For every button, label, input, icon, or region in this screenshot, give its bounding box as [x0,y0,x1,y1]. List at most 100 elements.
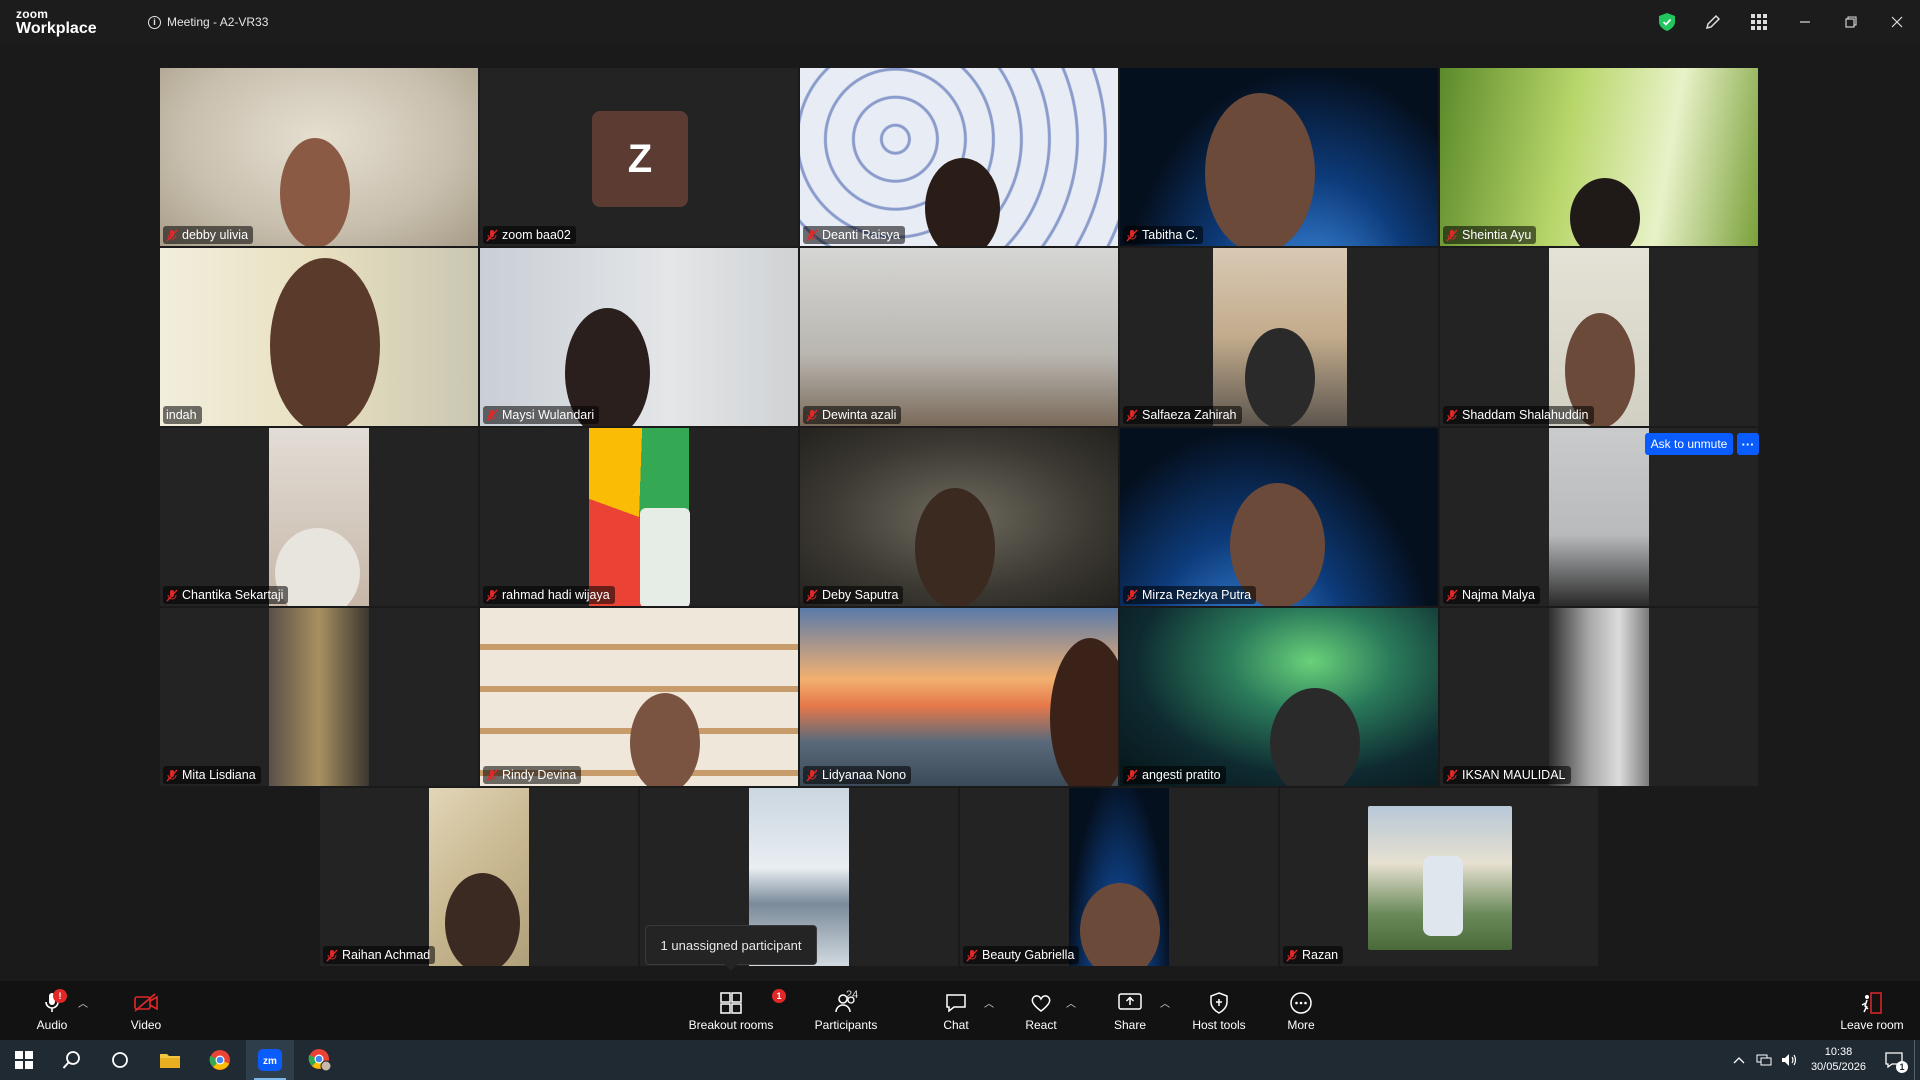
title-bar: zoom Workplace i Meeting - A2-VR33 [0,0,1920,44]
notifications-icon[interactable]: 1 [1874,1040,1914,1080]
video-tile[interactable]: Dewinta azali [800,248,1118,426]
muted-mic-icon [806,409,818,421]
participants-button[interactable]: 24 Participants [812,981,880,1040]
name-label: Deby Saputra [803,586,904,604]
tile-more-options-button[interactable]: ··· [1737,433,1759,455]
share-label: Share [1113,1018,1147,1032]
muted-mic-icon [1126,589,1138,601]
react-button[interactable]: React [1020,981,1062,1040]
video-button[interactable]: Video [124,981,168,1040]
muted-mic-icon [486,769,498,781]
participant-silhouette [280,138,350,246]
network-icon[interactable] [1751,1053,1777,1067]
chat-options-chevron-icon[interactable]: ︿ [984,995,994,1010]
breakout-rooms-button[interactable]: 1 Breakout rooms [686,981,786,1040]
video-tile[interactable]: Mirza Rezkya Putra [1120,428,1438,606]
video-tile[interactable]: Salfaeza Zahirah [1120,248,1438,426]
host-tools-label: Host tools [1192,1018,1246,1032]
video-tile[interactable]: Shaddam Shalahuddin [1440,248,1758,426]
name-label: Razan [1283,946,1344,964]
clock-time: 10:38 [1824,1046,1853,1058]
muted-mic-icon [166,769,178,781]
more-button[interactable]: More [1280,981,1322,1040]
ask-to-unmute-button[interactable]: Ask to unmute [1645,433,1733,455]
audio-button[interactable]: ! Audio [30,981,74,1040]
annotate-pencil-icon[interactable] [1702,11,1724,33]
participant-count: 24 [846,989,859,1001]
name-label: Lidyanaa Nono [803,766,912,784]
host-tools-button[interactable]: Host tools [1186,981,1252,1040]
windows-start-icon[interactable] [0,1040,48,1080]
video-tile[interactable]: Lidyanaa Nono [800,608,1118,786]
volume-icon[interactable] [1777,1053,1803,1067]
close-icon[interactable] [1874,0,1920,44]
logo-bottom: Workplace [16,19,97,37]
participant-silhouette [630,693,700,786]
file-explorer-icon[interactable] [146,1040,194,1080]
chat-icon [946,994,966,1013]
video-tile[interactable]: Mita Lisdiana [160,608,478,786]
name-label: Salfaeza Zahirah [1123,406,1242,424]
task-view-icon[interactable] [96,1040,144,1080]
video-tile[interactable]: Z zoom baa02 [480,68,798,246]
muted-mic-icon [806,229,818,241]
react-options-chevron-icon[interactable]: ︿ [1066,995,1076,1010]
chat-button[interactable]: Chat [936,981,976,1040]
restore-icon[interactable] [1828,0,1874,44]
video-tile[interactable]: debby ulivia [160,68,478,246]
muted-mic-icon [166,229,178,241]
participant-silhouette [1423,856,1463,936]
video-tile[interactable]: Sheintia Ayu [1440,68,1758,246]
system-clock[interactable]: 10:38 30/05/2026 [1811,1045,1866,1075]
muted-mic-icon [1446,769,1458,781]
muted-mic-icon [166,589,178,601]
leave-room-button[interactable]: Leave room [1836,981,1908,1040]
name-label: Tabitha C. [1123,226,1204,244]
video-tile[interactable]: Chantika Sekartaji [160,428,478,606]
video-tile[interactable]: Deanti Raisya [800,68,1118,246]
more-label: More [1287,1018,1315,1032]
video-tile[interactable]: Beauty Gabriella [960,788,1278,966]
self-view-video[interactable] [1368,806,1512,950]
apps-grid-icon[interactable] [1748,11,1770,33]
participant-silhouette [1205,93,1315,246]
muted-mic-icon [326,949,338,961]
video-tile[interactable]: Deby Saputra [800,428,1118,606]
video-tile[interactable]: angesti pratito [1120,608,1438,786]
info-icon[interactable]: i [148,15,161,29]
share-options-chevron-icon[interactable]: ︿ [1160,995,1170,1010]
chat-label: Chat [943,1018,969,1032]
minimize-icon[interactable] [1782,0,1828,44]
participants-label: Participants [814,1018,878,1032]
muted-mic-icon [486,229,498,241]
windows-taskbar: zm 10:38 30/05/2026 1 [0,1040,1920,1080]
video-tile[interactable]: Maysi Wulandari [480,248,798,426]
security-shield-icon[interactable] [1656,11,1678,33]
chrome-icon[interactable] [196,1040,244,1080]
name-label: Shaddam Shalahuddin [1443,406,1594,424]
audio-options-chevron-icon[interactable]: ︿ [78,995,88,1010]
muted-mic-icon [486,409,498,421]
share-button[interactable]: Share [1110,981,1150,1040]
name-label: Mita Lisdiana [163,766,261,784]
name-label: Maysi Wulandari [483,406,600,424]
zoom-window: zoom Workplace i Meeting - A2-VR33 debby… [0,0,1920,1080]
svg-text:zm: zm [263,1056,277,1067]
zoom-taskbar-icon[interactable]: zm [246,1040,294,1080]
video-tile[interactable]: Rindy Devina [480,608,798,786]
video-tile[interactable]: Tabitha C. [1120,68,1438,246]
video-tile[interactable]: IKSAN MAULIDAL [1440,608,1758,786]
chrome-profile-icon[interactable] [296,1040,344,1080]
show-hidden-icons-chevron-icon[interactable] [1727,1056,1751,1064]
notification-count: 1 [1896,1061,1908,1073]
video-tile[interactable]: Raihan Achmad [320,788,638,966]
muted-mic-icon [806,589,818,601]
name-label: indah [163,406,202,424]
leave-door-icon [1861,992,1882,1014]
meeting-info[interactable]: i Meeting - A2-VR33 [148,15,268,29]
search-icon[interactable] [48,1040,96,1080]
name-label: Rindy Devina [483,766,582,784]
audio-label: Audio [36,1018,68,1032]
video-tile[interactable]: rahmad hadi wijaya [480,428,798,606]
video-tile-active-speaker[interactable]: indah [160,248,478,426]
